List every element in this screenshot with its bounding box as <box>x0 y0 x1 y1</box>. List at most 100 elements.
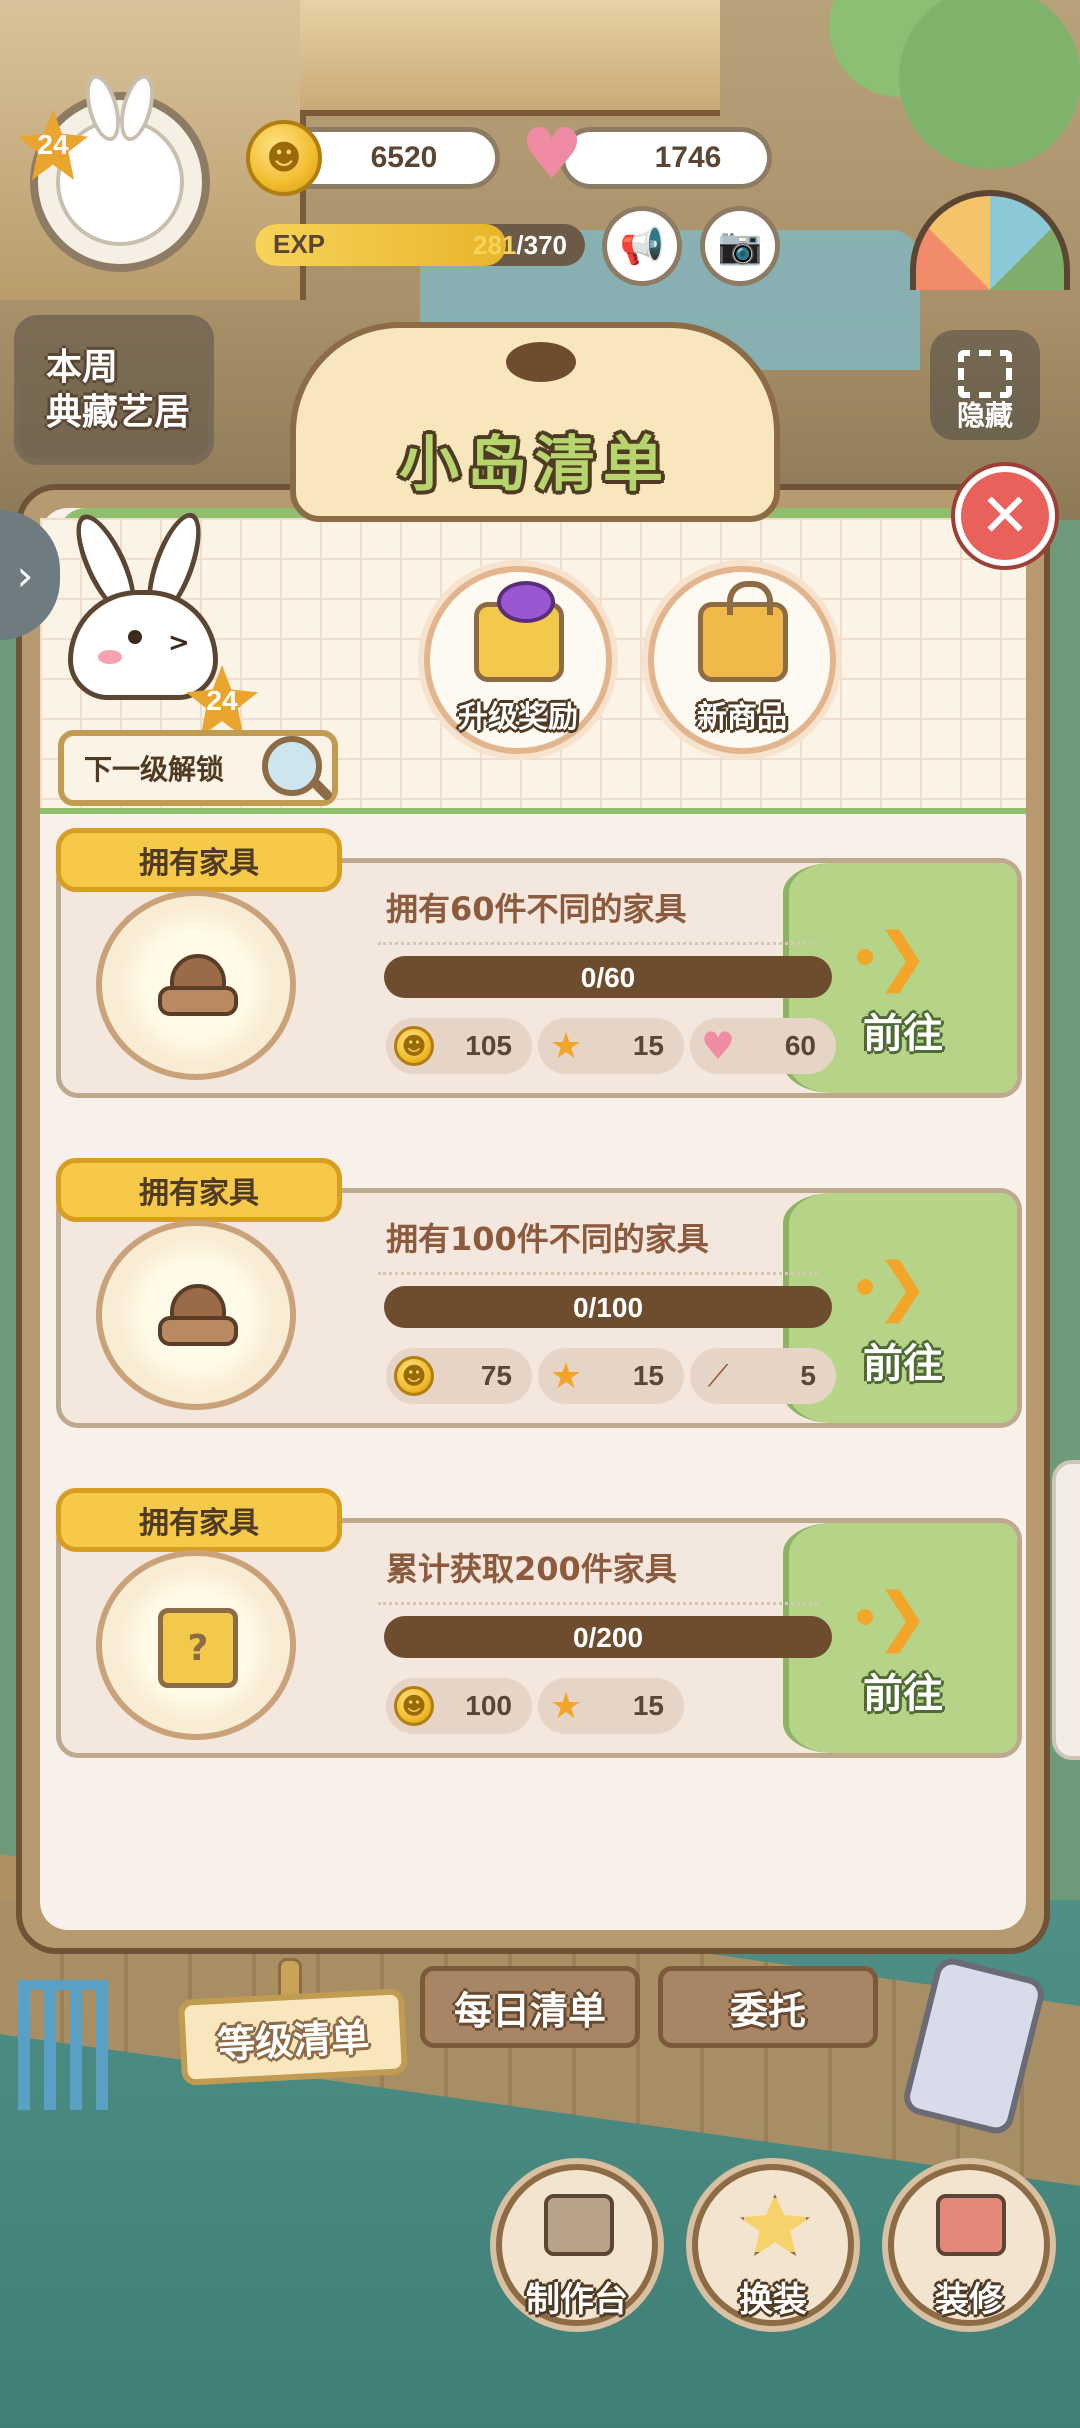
tab-commission[interactable]: 委托 <box>658 1966 878 2048</box>
reward-value: 5 <box>800 1360 816 1391</box>
player-avatar[interactable] <box>30 92 210 272</box>
task-title: 拥有100件不同的家具 <box>386 1220 709 1258</box>
new-items-label: 新商品 <box>697 700 787 735</box>
task-progress-bar: 0/100 <box>384 1286 832 1328</box>
star-icon: ★ <box>549 1355 583 1397</box>
exp-current: 281 <box>473 230 517 260</box>
reward-pill: ☻ 100 <box>386 1678 532 1734</box>
reward-pill: ★ 15 <box>538 1018 684 1074</box>
tab-daily-list[interactable]: 每日清单 <box>420 1966 640 2048</box>
workbench-label: 制作台 <box>526 2280 628 2320</box>
new-items-button[interactable]: 新商品 <box>648 566 836 754</box>
close-button[interactable]: ✕ <box>955 466 1055 566</box>
arrow-right-icon: ❯ <box>857 1255 937 1319</box>
decorate-button[interactable]: 装修 <box>888 2164 1050 2326</box>
task-progress-bar: 0/200 <box>384 1616 832 1658</box>
camera-icon: 📷 <box>717 226 763 267</box>
decorate-label: 装修 <box>935 2280 1003 2320</box>
exp-bar: EXP 281/370 <box>255 224 585 266</box>
house-decoration <box>300 0 720 116</box>
exp-label: EXP <box>273 229 326 259</box>
divider <box>378 1272 818 1275</box>
task-image: ? <box>96 1550 296 1740</box>
task-category-tag: 拥有家具 <box>56 1158 342 1222</box>
reward-value: 75 <box>480 1360 512 1391</box>
weekly-line1: 本周 <box>46 347 119 388</box>
exp-max: /370 <box>516 230 567 260</box>
task-title: 累计获取200件家具 <box>386 1550 677 1588</box>
dialog-title: 小岛清单 <box>399 430 671 500</box>
chevron-right-icon: › <box>16 550 34 600</box>
gift-box-icon <box>474 581 564 682</box>
coin-value: 6520 <box>370 141 438 174</box>
task-title: 拥有60件不同的家具 <box>386 890 687 928</box>
close-icon: ✕ <box>979 481 1031 551</box>
task-item: ❯ 前往 拥有家具 拥有60件不同的家具 0/60 ☻ 105 ★ 15 ♥ 60 <box>56 828 1022 1098</box>
reward-value: 60 <box>784 1030 816 1061</box>
coin-icon: ☻ <box>246 120 322 196</box>
side-drawer-handle[interactable] <box>1052 1460 1080 1760</box>
heart-icon: ♥ <box>700 1024 736 1068</box>
heart-value: 1746 <box>654 141 722 174</box>
task-item: ❯ 前往 拥有家具 拥有100件不同的家具 0/100 ☻ 75 ★ 15 ⟋ 5 <box>56 1158 1022 1428</box>
star-icon: ★ <box>549 1025 583 1067</box>
upgrade-reward-label: 升级奖励 <box>458 700 578 735</box>
hide-label: 隐藏 <box>956 399 1013 432</box>
chair-decoration <box>18 1980 108 2110</box>
announcement-button[interactable]: 📢 <box>602 206 682 286</box>
bunny-mascot: > <box>64 506 218 700</box>
paint-roller-icon <box>936 2194 1006 2256</box>
reward-pill: ⟋ 5 <box>690 1348 836 1404</box>
next-level-number: 24 <box>206 685 238 716</box>
next-level-unlock-label: 下一级解锁 <box>84 753 225 786</box>
reward-pill: ♥ 60 <box>690 1018 836 1074</box>
go-label: 前往 <box>863 1671 943 1717</box>
task-image <box>96 890 296 1080</box>
armchair-icon <box>158 954 238 1024</box>
progress-text: 0/60 <box>580 962 636 993</box>
branch-icon: ⟋ <box>707 1358 729 1394</box>
reward-value: 15 <box>632 1360 664 1391</box>
megaphone-icon: 📢 <box>619 226 665 267</box>
arrow-right-icon: ❯ <box>857 925 937 989</box>
tab-daily-list-label: 每日清单 <box>453 1988 606 2033</box>
divider <box>378 1602 818 1605</box>
coin-icon: ☻ <box>394 1356 434 1396</box>
armchair-icon <box>158 1284 238 1354</box>
outfit-label: 换装 <box>739 2280 807 2320</box>
task-progress-bar: 0/60 <box>384 956 832 998</box>
heart-icon: ♥ <box>520 113 584 195</box>
arrow-right-icon: ❯ <box>857 1585 937 1649</box>
exp-value: 281/370 <box>473 230 567 261</box>
reward-pill: ☻ 75 <box>386 1348 532 1404</box>
reward-pill: ★ 15 <box>538 1348 684 1404</box>
progress-text: 0/100 <box>572 1292 644 1323</box>
hide-ui-button[interactable]: 隐藏 <box>930 330 1040 440</box>
reward-pill: ★ 15 <box>538 1678 684 1734</box>
tab-level-list-label: 等级清单 <box>216 2014 371 2067</box>
reward-value: 100 <box>465 1690 512 1721</box>
task-category-tag: 拥有家具 <box>56 1488 342 1552</box>
magnifier-icon[interactable] <box>262 736 322 796</box>
star-icon: ★ <box>549 1685 583 1727</box>
weekly-featured-button[interactable]: 本周 典藏艺居 <box>14 315 214 465</box>
mystery-box-icon: ? <box>158 1608 238 1688</box>
upgrade-reward-button[interactable]: 升级奖励 <box>424 566 612 754</box>
workbench-button[interactable]: 制作台 <box>496 2164 658 2326</box>
reward-value: 15 <box>632 1030 664 1061</box>
reward-pill: ☻ 105 <box>386 1018 532 1074</box>
tab-level-list[interactable]: 等级清单 <box>177 1988 409 2086</box>
tools-icon <box>544 2194 614 2256</box>
outfit-button[interactable]: 换装 <box>692 2164 854 2326</box>
coin-icon: ☻ <box>394 1026 434 1066</box>
divider <box>378 942 818 945</box>
shopping-bag-icon <box>698 581 788 682</box>
coin-icon: ☻ <box>394 1686 434 1726</box>
camera-button[interactable]: 📷 <box>700 206 780 286</box>
reward-value: 105 <box>465 1030 512 1061</box>
shirt-star-icon <box>740 2194 810 2256</box>
progress-text: 0/200 <box>572 1622 644 1653</box>
reward-value: 15 <box>632 1690 664 1721</box>
task-item: ❯ 前往 拥有家具 ? 累计获取200件家具 0/200 ☻ 100 ★ 15 <box>56 1488 1022 1758</box>
task-category-tag: 拥有家具 <box>56 828 342 892</box>
